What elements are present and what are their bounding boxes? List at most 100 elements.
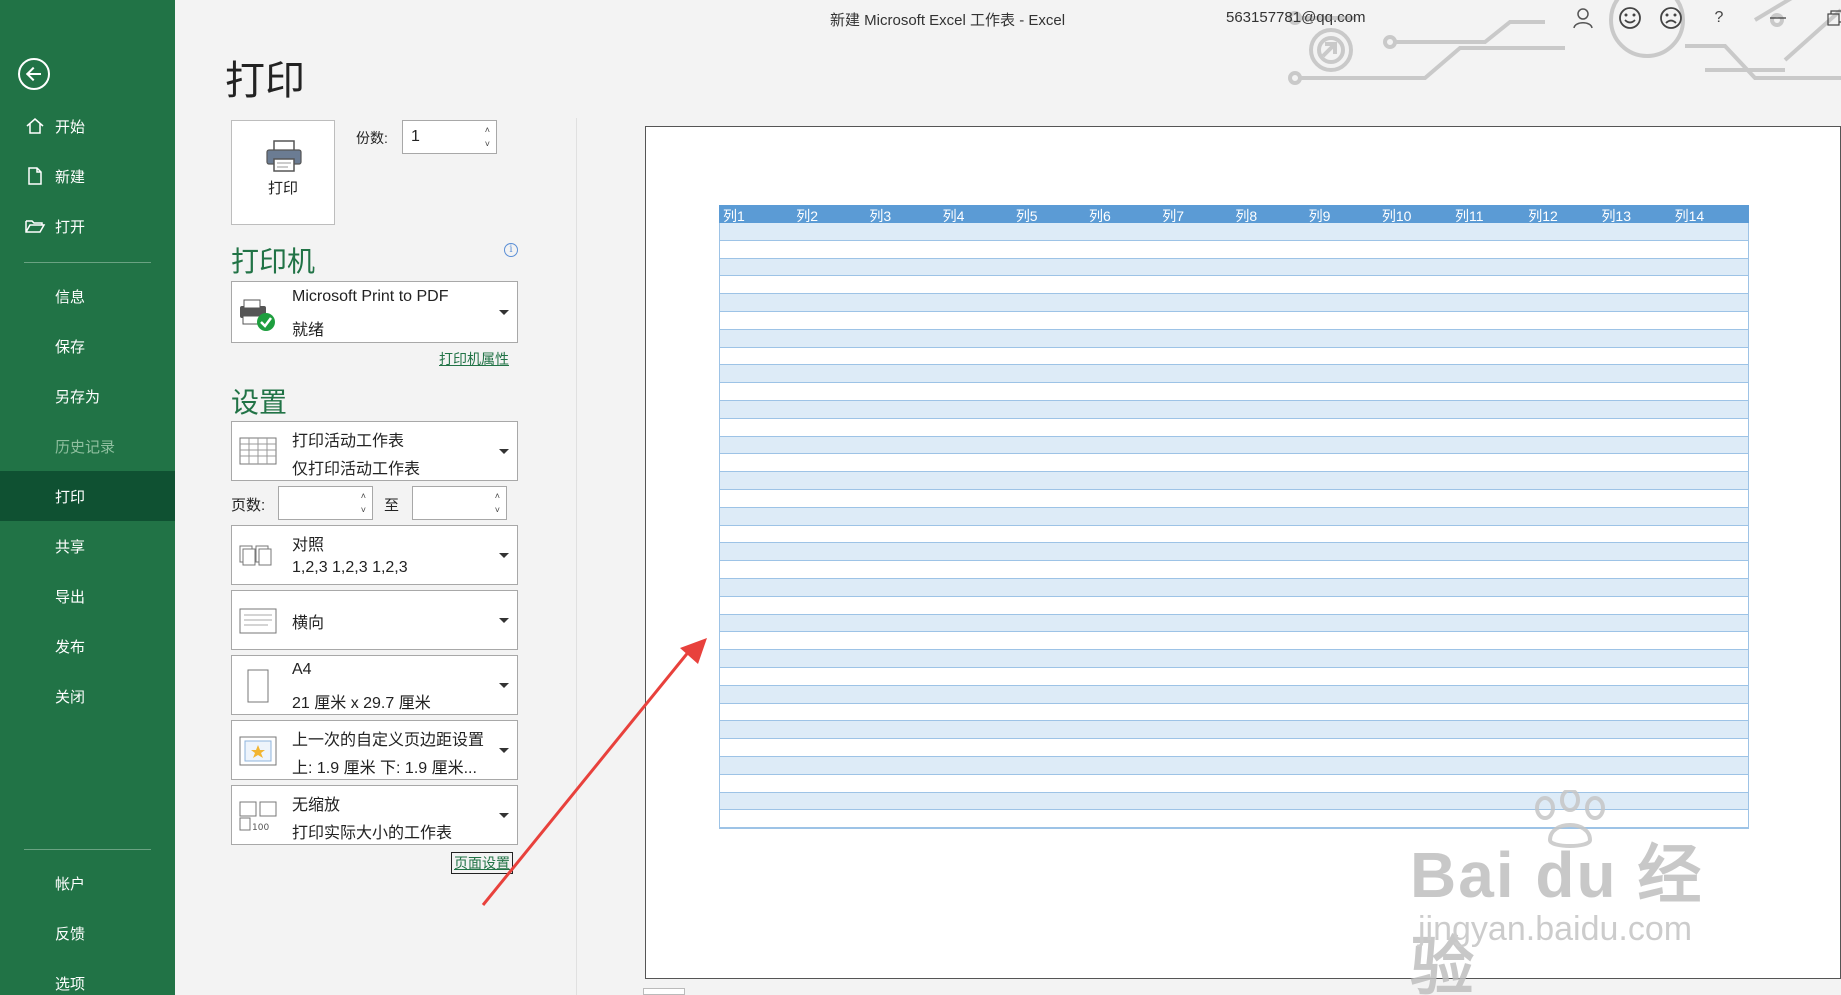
settings-section-heading: 设置 (231, 387, 288, 418)
sidebar-item-share[interactable]: 共享 (0, 521, 175, 571)
copies-stepper[interactable]: 1 ˄ ˅ (402, 120, 497, 154)
chevron-down-icon (499, 618, 509, 623)
back-arrow-icon[interactable] (18, 58, 50, 90)
sidebar-item-home[interactable]: 开始 (0, 101, 175, 151)
sidebar-item-save[interactable]: 保存 (0, 321, 175, 371)
preview-table-row (720, 526, 1748, 544)
preview-table-row (720, 348, 1748, 366)
sidebar-item-label: 关闭 (55, 688, 86, 706)
preview-table-row (720, 329, 1748, 348)
sidebar-item-publish[interactable]: 发布 (0, 621, 175, 671)
info-icon[interactable]: i (504, 243, 518, 257)
smile-feedback-icon[interactable] (1617, 6, 1643, 30)
backstage-sidebar: 开始 新建 打开 信息 保存 另存为 历史记录 打印 共享 导出 发布 关闭 帐… (0, 0, 175, 995)
preview-table-row (720, 258, 1748, 277)
preview-table-row (720, 668, 1748, 686)
pages-to-label: 至 (384, 497, 400, 514)
printer-ready-icon (240, 299, 275, 331)
home-icon (26, 118, 44, 134)
collate-order: 1,2,3 1,2,3 1,2,3 (292, 559, 408, 576)
frown-feedback-icon[interactable] (1658, 6, 1684, 30)
pages-label: 页数: (231, 497, 266, 514)
preview-table-row (720, 614, 1748, 633)
paper-size-dimensions: 21 厘米 x 29.7 厘米 (292, 695, 431, 712)
landscape-page-icon (239, 608, 277, 634)
printer-section-heading: 打印机 (231, 246, 316, 277)
pages-from-stepper[interactable]: ˄ ˅ (278, 486, 373, 520)
restore-icon[interactable] (1822, 6, 1841, 30)
preview-table-row (720, 721, 1748, 740)
sidebar-item-close[interactable]: 关闭 (0, 671, 175, 721)
sidebar-item-label: 信息 (55, 288, 86, 306)
sidebar-item-options[interactable]: 选项 (0, 958, 175, 995)
chevron-down-icon (499, 553, 509, 558)
preview-table-row (720, 276, 1748, 295)
sidebar-item-feedback[interactable]: 反馈 (0, 908, 175, 958)
preview-table-row (720, 241, 1748, 259)
pages-to-stepper[interactable]: ˄ ˅ (412, 486, 507, 520)
preview-table-row (720, 400, 1748, 419)
collate-dropdown[interactable]: 对照 1,2,3 1,2,3 1,2,3 (231, 525, 518, 585)
print-button-label: 打印 (267, 180, 298, 197)
margins-dropdown[interactable]: 上一次的自定义页边距设置 上: 1.9 厘米 下: 1.9 厘米... (231, 720, 518, 780)
preview-table-row (720, 650, 1748, 668)
chevron-down-icon (499, 748, 509, 753)
page-navigation[interactable] (643, 988, 685, 995)
chevron-down-icon (499, 683, 509, 688)
preview-table-row (720, 507, 1748, 526)
preview-table: 列1 列2 列3 列4 列5 列6 列7 列8 列9 列10 列11 列12 列13 列14 (719, 205, 1749, 830)
scaling-icon-text: 100 (252, 823, 269, 833)
minimize-icon[interactable] (1765, 6, 1791, 30)
preview-table-row (720, 739, 1748, 757)
sidebar-item-print[interactable]: 打印 (0, 471, 175, 521)
collate-pages-icon (239, 545, 272, 566)
stepper-arrows[interactable]: ˄ ˅ (485, 123, 490, 151)
sidebar-item-history: 历史记录 (0, 421, 175, 471)
chevron-down-icon (499, 449, 509, 454)
stepper-arrows[interactable]: ˄ ˅ (361, 489, 366, 517)
preview-table-body (719, 223, 1749, 830)
preview-table-row (720, 436, 1748, 455)
preview-table-row (720, 419, 1748, 437)
margins-title: 上一次的自定义页边距设置 (292, 732, 485, 749)
printer-properties-link[interactable]: 打印机属性 (439, 349, 509, 369)
margins-values: 上: 1.9 厘米 下: 1.9 厘米... (292, 760, 477, 777)
preview-table-row (720, 383, 1748, 401)
paper-size-name: A4 (292, 661, 312, 678)
sidebar-item-info[interactable]: 信息 (0, 271, 175, 321)
window-title: 新建 Microsoft Excel 工作表 - Excel (830, 12, 1066, 29)
sidebar-item-open[interactable]: 打开 (0, 201, 175, 251)
print-what-title: 打印活动工作表 (292, 433, 405, 450)
user-account-email[interactable]: 563157781@qq.com (1226, 9, 1366, 26)
preview-table-row (720, 597, 1748, 615)
print-what-subtitle: 仅打印活动工作表 (292, 461, 421, 478)
preview-table-row (720, 632, 1748, 651)
sidebar-item-export[interactable]: 导出 (0, 571, 175, 621)
sidebar-item-new[interactable]: 新建 (0, 151, 175, 201)
open-folder-icon (25, 220, 46, 233)
sidebar-divider (24, 262, 151, 263)
sidebar-item-label: 新建 (55, 168, 86, 186)
paper-size-dropdown[interactable]: A4 21 厘米 x 29.7 厘米 (231, 655, 518, 715)
page-setup-link[interactable]: 页面设置 (451, 852, 513, 874)
preview-table-row (720, 294, 1748, 312)
user-avatar-icon[interactable] (1570, 6, 1596, 30)
chevron-down-icon (499, 310, 509, 315)
sidebar-item-label: 共享 (55, 538, 86, 556)
sidebar-item-save-as[interactable]: 另存为 (0, 371, 175, 421)
preview-table-row (720, 543, 1748, 562)
help-button[interactable]: ? (1706, 6, 1732, 30)
sidebar-item-label: 帐户 (55, 875, 86, 893)
preview-table-row (720, 365, 1748, 384)
scaling-dropdown[interactable]: 100 无缩放 打印实际大小的工作表 (231, 785, 518, 845)
print-button[interactable]: 打印 (231, 120, 335, 225)
sidebar-item-account[interactable]: 帐户 (0, 858, 175, 908)
stepper-arrows[interactable]: ˄ ˅ (495, 489, 500, 517)
orientation-dropdown[interactable]: 横向 (231, 590, 518, 650)
printer-dropdown[interactable]: Microsoft Print to PDF 就绪 (231, 281, 518, 343)
sidebar-item-label: 历史记录 (55, 438, 116, 456)
sidebar-item-label: 打开 (55, 218, 86, 236)
print-what-dropdown[interactable]: 打印活动工作表 仅打印活动工作表 (231, 421, 518, 481)
scaling-subtitle: 打印实际大小的工作表 (292, 825, 453, 842)
sidebar-item-label: 打印 (55, 488, 86, 506)
